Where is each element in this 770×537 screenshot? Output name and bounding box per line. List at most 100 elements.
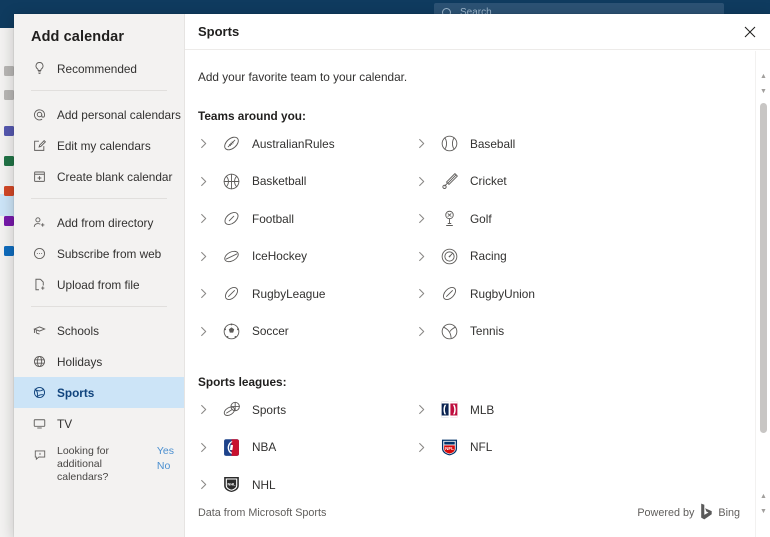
sidebar-item-label: Schools	[57, 324, 99, 338]
feedback-yes-link[interactable]: Yes	[157, 445, 174, 458]
sidebar-item-upload-from-file[interactable]: Upload from file	[14, 269, 184, 300]
home-icon[interactable]	[4, 66, 14, 76]
team-label: Golf	[470, 212, 492, 226]
team-row-australianrules[interactable]: AustralianRules	[198, 125, 416, 163]
team-row-baseball[interactable]: Baseball	[416, 125, 634, 163]
chevron-right-icon[interactable]	[416, 404, 438, 415]
tennis-ball-icon	[438, 320, 460, 342]
chevron-right-icon[interactable]	[198, 176, 220, 187]
powered-by-bing: Powered by Bing	[637, 503, 740, 523]
mail-icon[interactable]	[4, 90, 14, 100]
league-row-mlb[interactable]: MLB	[416, 391, 634, 429]
close-icon[interactable]	[736, 18, 764, 46]
sidebar-item-add-from-directory[interactable]: Add from directory	[14, 207, 184, 238]
chevron-right-icon[interactable]	[416, 251, 438, 262]
sidebar-item-edit-my-calendars[interactable]: Edit my calendars	[14, 130, 184, 161]
sidebar-item-label: Create blank calendar	[57, 170, 172, 184]
team-row-tennis[interactable]: Tennis	[416, 313, 634, 351]
calendar-icon[interactable]	[4, 246, 14, 256]
scroll-down-icon[interactable]: ▼	[756, 84, 770, 99]
sidebar-item-create-blank-calendar[interactable]: Create blank calendar	[14, 161, 184, 192]
add-calendar-dialog: Add calendar Recommended	[14, 14, 770, 537]
teams-icon[interactable]	[4, 126, 14, 136]
rugby-ball-icon	[438, 283, 460, 305]
team-label: Basketball	[252, 174, 306, 188]
chevron-right-icon[interactable]	[198, 479, 220, 490]
sports-balls-icon	[220, 399, 242, 421]
nba-logo-icon	[220, 436, 242, 458]
chevron-right-icon[interactable]	[416, 288, 438, 299]
chevron-right-icon[interactable]	[198, 138, 220, 149]
scroll-down-icon-bottom[interactable]: ▼	[756, 504, 770, 519]
outlook-icon[interactable]	[4, 186, 14, 196]
scroll-up-icon[interactable]: ▲	[756, 69, 770, 84]
globe-dots-icon	[31, 245, 48, 262]
sidebar-item-label: Sports	[57, 386, 94, 400]
chevron-right-icon[interactable]	[198, 213, 220, 224]
mlb-logo-icon	[438, 399, 460, 421]
sidebar-item-recommended[interactable]: Recommended	[14, 53, 184, 84]
team-row-football[interactable]: Football	[198, 200, 416, 238]
league-row-nfl[interactable]: NFLNFL	[416, 429, 634, 467]
league-row-sports[interactable]: Sports	[198, 391, 416, 429]
team-row-rugbyunion[interactable]: RugbyUnion	[416, 275, 634, 313]
file-upload-icon	[31, 276, 48, 293]
chevron-right-icon[interactable]	[198, 442, 220, 453]
chevron-right-icon[interactable]	[416, 213, 438, 224]
chevron-right-icon[interactable]	[198, 326, 220, 337]
leagues-grid: Sports MLBNBANFLNFLNHLNHL	[198, 391, 770, 504]
scrollbar-thumb[interactable]	[760, 103, 767, 433]
sidebar-item-add-personal-calendars[interactable]: Add personal calendars	[14, 99, 184, 130]
team-row-racing[interactable]: Racing	[416, 238, 634, 276]
onenote-icon[interactable]	[4, 216, 14, 226]
chevron-right-icon[interactable]	[198, 288, 220, 299]
main-scrollbar[interactable]: ▲ ▼ ▲ ▼	[755, 51, 770, 537]
league-label: Sports	[252, 403, 286, 417]
graduation-cap-icon	[31, 322, 48, 339]
nav-group: Schools Holidays	[14, 315, 184, 439]
team-label: Baseball	[470, 137, 515, 151]
team-label: Cricket	[470, 174, 507, 188]
chevron-right-icon[interactable]	[198, 251, 220, 262]
sidebar-item-label: Add from directory	[57, 216, 153, 230]
bing-label: Bing	[718, 507, 740, 519]
sidebar-item-subscribe-from-web[interactable]: Subscribe from web	[14, 238, 184, 269]
rugby-ball-icon	[220, 283, 242, 305]
excel-icon[interactable]	[4, 156, 14, 166]
person-add-icon	[31, 214, 48, 231]
team-label: IceHockey	[252, 249, 307, 263]
chevron-right-icon[interactable]	[198, 404, 220, 415]
scroll-up-icon-bottom[interactable]: ▲	[756, 489, 770, 504]
page-title: Sports	[185, 24, 239, 39]
chevron-right-icon[interactable]	[416, 326, 438, 337]
sidebar-item-holidays[interactable]: Holidays	[14, 346, 184, 377]
sidebar-item-label: TV	[57, 417, 72, 431]
chevron-right-icon[interactable]	[416, 176, 438, 187]
team-row-golf[interactable]: Golf	[416, 200, 634, 238]
chevron-right-icon[interactable]	[416, 442, 438, 453]
sidebar-item-schools[interactable]: Schools	[14, 315, 184, 346]
edit-pencil-icon	[31, 137, 48, 154]
sidebar-item-sports[interactable]: Sports	[14, 377, 184, 408]
plus-square-icon	[31, 168, 48, 185]
team-row-icehockey[interactable]: IceHockey	[198, 238, 416, 276]
league-row-nhl[interactable]: NHLNHL	[198, 466, 416, 504]
team-row-rugbyleague[interactable]: RugbyLeague	[198, 275, 416, 313]
teams-grid: AustralianRules Baseball Basketball Cricket…	[198, 125, 770, 350]
league-row-nba[interactable]: NBA	[198, 429, 416, 467]
team-row-basketball[interactable]: Basketball	[198, 163, 416, 201]
team-label: Tennis	[470, 324, 504, 338]
team-row-soccer[interactable]: Soccer	[198, 313, 416, 351]
sidebar-item-tv[interactable]: TV	[14, 408, 184, 439]
soccer-ball-icon	[220, 320, 242, 342]
sidebar-item-label: Add personal calendars	[57, 108, 181, 122]
globe-icon	[31, 353, 48, 370]
feedback-no-link[interactable]: No	[157, 460, 174, 473]
basketball-icon	[220, 170, 242, 192]
chevron-right-icon[interactable]	[416, 138, 438, 149]
at-sign-icon	[31, 106, 48, 123]
panel-subtitle: Add your favorite team to your calendar.	[198, 50, 770, 84]
nhl-logo-icon: NHL	[220, 474, 242, 496]
sidebar-item-label: Upload from file	[57, 278, 140, 292]
team-row-cricket[interactable]: Cricket	[416, 163, 634, 201]
